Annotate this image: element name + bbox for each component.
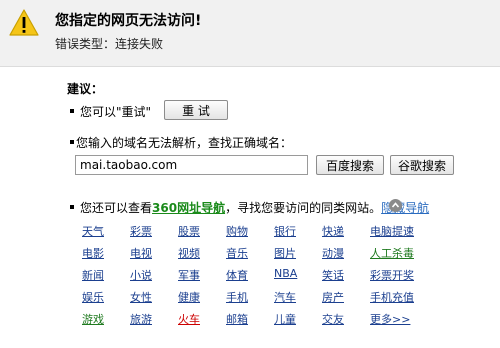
- nav-link[interactable]: 游戏: [82, 311, 104, 327]
- warning-icon: [9, 9, 39, 36]
- nav-link[interactable]: 汽车: [274, 289, 296, 305]
- nav-link[interactable]: 银行: [274, 223, 296, 239]
- nav-link[interactable]: 小说: [130, 267, 152, 283]
- nav-link[interactable]: 军事: [178, 267, 200, 283]
- nav-link[interactable]: 天气: [82, 223, 104, 239]
- nav-link[interactable]: 图片: [274, 245, 296, 261]
- nav-link[interactable]: 旅游: [130, 311, 152, 327]
- error-title: 您指定的网页无法访问!: [55, 13, 202, 29]
- nav-link[interactable]: 邮箱: [226, 311, 248, 327]
- nav-prefix: 您还可以查看: [80, 201, 153, 215]
- nav-link[interactable]: 体育: [226, 267, 248, 283]
- nav-link[interactable]: 新闻: [82, 267, 104, 283]
- domain-text: 您输入的域名无法解析，查找正确域名：: [76, 136, 293, 150]
- nav-link[interactable]: 电视: [130, 245, 152, 261]
- nav-link[interactable]: 购物: [226, 223, 248, 239]
- google-search-button[interactable]: 谷歌搜索: [390, 155, 454, 175]
- nav-link[interactable]: 彩票开奖: [370, 267, 414, 283]
- nav-link[interactable]: 人工杀毒: [370, 245, 414, 261]
- nav-link[interactable]: 手机充值: [370, 289, 414, 305]
- nav-sentence: 您还可以查看360网址导航，寻找您要访问的同类网站。隐藏导航: [80, 199, 429, 216]
- retry-button[interactable]: 重 试: [164, 100, 228, 120]
- collapse-up-icon[interactable]: [389, 199, 402, 212]
- nav-link[interactable]: 火车: [178, 311, 200, 327]
- error-type: 错误类型：连接失败: [55, 37, 164, 51]
- nav-suffix: ，寻找您要访问的同类网站。: [225, 201, 382, 215]
- nav-link[interactable]: 房产: [322, 289, 344, 305]
- bullet-icon: [70, 109, 74, 113]
- url-input[interactable]: [75, 155, 308, 175]
- nav-link[interactable]: 儿童: [274, 311, 296, 327]
- nav-link[interactable]: 视频: [178, 245, 200, 261]
- error-header: 您指定的网页无法访问! 错误类型：连接失败: [0, 0, 500, 67]
- nav-link[interactable]: NBA: [274, 267, 297, 280]
- nav-link[interactable]: 电脑提速: [370, 223, 414, 239]
- suggestions-title: 建议：: [67, 82, 104, 96]
- nav-link[interactable]: 快递: [322, 223, 344, 239]
- baidu-search-button[interactable]: 百度搜索: [316, 155, 384, 175]
- nav-link[interactable]: 动漫: [322, 245, 344, 261]
- nav-link[interactable]: 股票: [178, 223, 200, 239]
- nav-link[interactable]: 女性: [130, 289, 152, 305]
- chevron-up-icon: [391, 202, 400, 208]
- nav-360-link[interactable]: 360网址导航: [152, 201, 225, 215]
- nav-link[interactable]: 更多>>: [370, 311, 410, 327]
- nav-link[interactable]: 音乐: [226, 245, 248, 261]
- bullet-icon: [70, 140, 74, 144]
- nav-link[interactable]: 健康: [178, 289, 200, 305]
- nav-link[interactable]: 彩票: [130, 223, 152, 239]
- retry-text: 您可以"重试": [80, 105, 152, 119]
- bullet-icon: [70, 205, 74, 209]
- nav-link[interactable]: 交友: [322, 311, 344, 327]
- nav-link[interactable]: 笑话: [322, 267, 344, 283]
- nav-link[interactable]: 手机: [226, 289, 248, 305]
- nav-link[interactable]: 电影: [82, 245, 104, 261]
- nav-link[interactable]: 娱乐: [82, 289, 104, 305]
